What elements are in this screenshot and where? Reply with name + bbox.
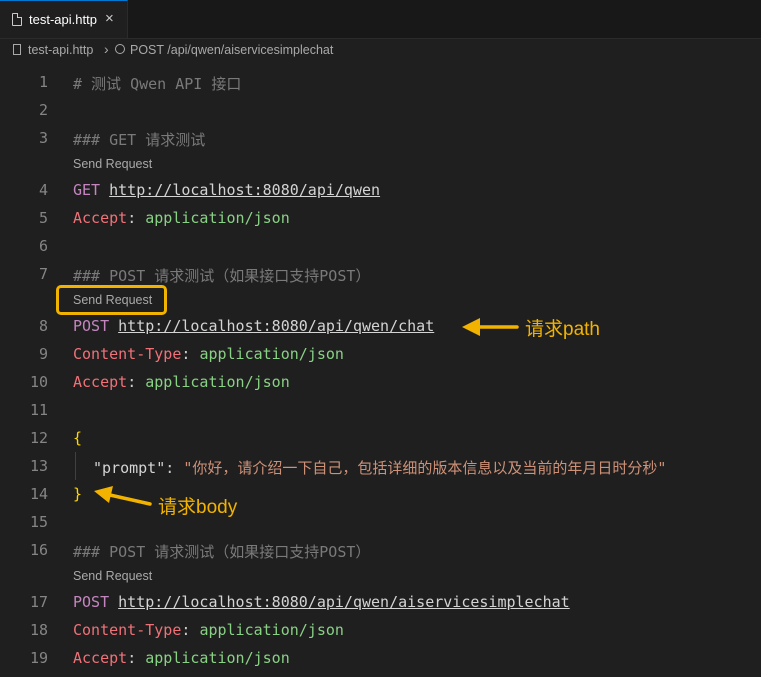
annotation-request-body: 请求body xyxy=(158,497,238,518)
arrow-path-annotation xyxy=(462,318,519,336)
arrow-body-annotation xyxy=(94,486,152,506)
annotation-request-path: 请求path xyxy=(525,319,600,340)
annotation-arrows xyxy=(94,318,519,506)
